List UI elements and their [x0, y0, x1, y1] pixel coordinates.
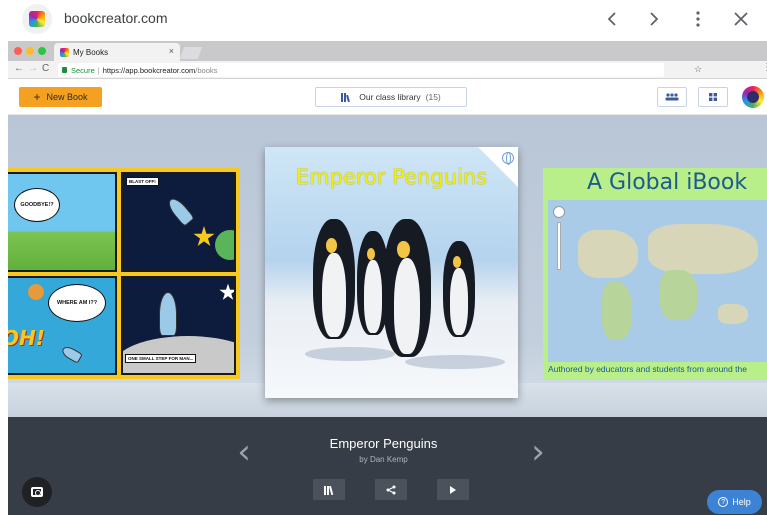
window-close-dot[interactable] [14, 47, 22, 55]
site-logo [22, 4, 52, 34]
browser-tab-strip: My Books × [8, 41, 767, 61]
book-carousel: GOODBYE!? BLAST OFF! WHERE AM I?? OH! ON… [8, 115, 767, 417]
window-minimize-dot[interactable] [26, 47, 34, 55]
map-landmass [718, 304, 748, 324]
bookmark-star-icon[interactable]: ☆ [694, 64, 702, 75]
group-view-button[interactable] [657, 87, 687, 107]
share-icon [386, 485, 396, 494]
url-host: https://app.bookcreator.com [102, 65, 196, 75]
browser-back-icon[interactable]: ← [14, 63, 24, 74]
speech-bubble: GOODBYE!? [14, 188, 60, 222]
burst-illustration [193, 226, 215, 247]
screenshot-lens-button[interactable] [22, 477, 52, 507]
share-button[interactable] [375, 479, 407, 500]
library-count: (15) [425, 92, 441, 102]
book-info-bar: ‹ › Emperor Penguins by Dan Kemp [8, 417, 767, 515]
comic-panel: BLAST OFF! [121, 172, 236, 272]
tab-close-icon[interactable]: × [169, 46, 174, 56]
penguin-shadow [305, 347, 395, 361]
more-options-icon[interactable] [686, 7, 710, 31]
reload-icon[interactable]: C [42, 63, 49, 74]
app-header: + New Book Our class library (15) [8, 79, 767, 115]
back-icon[interactable] [600, 7, 624, 31]
help-icon: ? [718, 497, 729, 507]
speech-bubble: WHERE AM I?? [48, 283, 106, 322]
app-bar: bookcreator.com [0, 0, 767, 38]
map-landmass [602, 282, 632, 340]
site-title: bookcreator.com [64, 10, 168, 26]
people-icon [665, 93, 679, 101]
browser-url-bar: ← → C Secure | https://app.bookcreator.c… [8, 61, 767, 79]
browser-forward-icon[interactable]: → [28, 63, 38, 74]
selected-book-author: by Dan Kemp [359, 455, 408, 464]
grid-icon [709, 93, 717, 101]
penguin-shadow [405, 355, 505, 369]
comic-caption: ONE SMALL STEP FOR MAN... [125, 353, 197, 363]
forward-icon[interactable] [642, 7, 666, 31]
penguin-illustration [383, 219, 431, 357]
planet-illustration [28, 283, 44, 300]
camera-icon [31, 487, 43, 497]
tab-title: My Books [73, 47, 109, 57]
url-separator: | [97, 65, 100, 75]
burst-illustration [219, 283, 234, 300]
read-book-button[interactable] [437, 479, 469, 500]
map-pan-control[interactable] [553, 206, 565, 218]
comic-panel: WHERE AM I?? OH! [8, 275, 117, 375]
page: bookcreator.com My Books × ← → C Secure … [0, 0, 767, 515]
selected-book-title: Emperor Penguins [329, 436, 438, 451]
library-icon [341, 92, 351, 102]
secure-label: Secure [71, 65, 95, 75]
close-icon[interactable] [729, 7, 753, 31]
browser-tab[interactable]: My Books × [54, 43, 180, 61]
add-to-library-button[interactable] [313, 479, 345, 500]
new-tab-button[interactable] [179, 47, 203, 59]
rocket-illustration [164, 195, 196, 227]
planet-illustration [215, 230, 234, 260]
book-cover-emperor-penguins[interactable]: Emperor Penguins [265, 147, 518, 398]
new-book-button[interactable]: + New Book [19, 87, 102, 107]
map-landmass [648, 224, 758, 274]
help-button[interactable]: ? Help [707, 490, 762, 514]
rocket-illustration [60, 343, 83, 364]
book-cover-global-ibook[interactable]: A Global iBook Authored by educators and… [543, 168, 767, 380]
tab-favicon [60, 47, 69, 57]
library-selector[interactable]: Our class library (15) [315, 87, 467, 107]
lock-icon [62, 67, 67, 73]
user-avatar[interactable] [742, 86, 764, 108]
plus-icon: + [33, 90, 41, 104]
url-path: /books [195, 65, 218, 75]
comic-panel: GOODBYE!? [8, 172, 117, 272]
comic-panel: ONE SMALL STEP FOR MAN... [121, 275, 236, 375]
penguin-illustration [443, 241, 475, 337]
library-label: Our class library [359, 92, 421, 102]
browser-menu-icon[interactable]: ⋮ [762, 62, 767, 73]
library-icon [324, 485, 334, 495]
comic-caption: BLAST OFF! [126, 177, 159, 186]
book-cover-comic[interactable]: GOODBYE!? BLAST OFF! WHERE AM I?? OH! ON… [8, 168, 240, 379]
help-label: Help [732, 497, 751, 507]
book-cover-subtitle: Authored by educators and students from … [548, 364, 747, 374]
rocket-illustration [159, 291, 177, 336]
play-icon [450, 485, 456, 494]
map-zoom-slider[interactable] [557, 222, 561, 270]
window-maximize-dot[interactable] [38, 47, 46, 55]
new-book-label: New Book [46, 92, 88, 102]
world-map [548, 200, 767, 362]
globe-icon [502, 152, 514, 165]
grid-view-button[interactable] [698, 87, 728, 107]
penguin-illustration [313, 219, 355, 339]
comic-exclaim: OH! [8, 325, 45, 350]
book-cover-title: A Global iBook [587, 170, 748, 195]
map-landmass [578, 230, 638, 278]
map-landmass [660, 270, 698, 320]
address-field[interactable]: Secure | https://app.bookcreator.com /bo… [58, 63, 702, 77]
